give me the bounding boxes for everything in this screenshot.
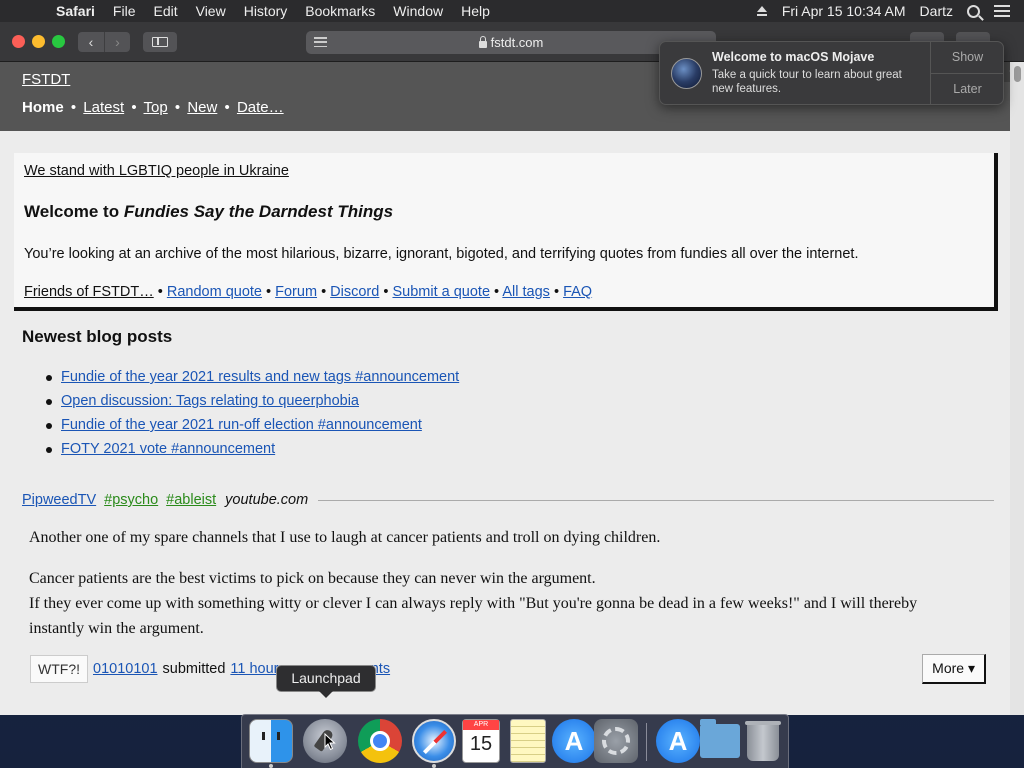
calendar-day: 15 — [469, 733, 493, 755]
notification-title: Welcome to macOS Mojave — [712, 50, 875, 64]
app-store-download-icon[interactable]: A — [656, 719, 700, 763]
menu-history[interactable]: History — [244, 3, 288, 19]
quote-body: Another one of my spare channels that I … — [29, 525, 949, 657]
scrollbar-thumb[interactable] — [1014, 66, 1021, 82]
divider — [318, 499, 994, 501]
safari-window: ‹ › fstdt.com FSTDT Home • Latest • Top … — [0, 22, 1024, 715]
notification-show-button[interactable]: Show — [931, 42, 1004, 73]
finder-icon[interactable] — [249, 719, 293, 763]
site-description: You’re looking at an archive of the most… — [24, 246, 859, 262]
chrome-icon[interactable] — [358, 719, 402, 763]
eject-icon[interactable] — [756, 6, 768, 16]
page-scrollbar[interactable] — [1010, 62, 1024, 715]
web-page: FSTDT Home • Latest • Top • New • Date… … — [0, 62, 1010, 715]
nav-new[interactable]: New — [187, 99, 217, 116]
faq-link[interactable]: FAQ — [563, 284, 592, 300]
macos-mojave-icon — [671, 58, 702, 89]
nav-home[interactable]: Home — [22, 99, 64, 116]
nav-date[interactable]: Date… — [237, 99, 284, 116]
intro-links: Friends of FSTDT… • Random quote • Forum… — [24, 284, 593, 300]
quote-paragraph: Cancer patients are the best victims to … — [29, 570, 918, 637]
quote-footer: WTF?! 01010101 submitted 11 hour mments … — [30, 654, 986, 684]
quote-header: PipweedTV #psycho #ableist youtube.com — [22, 490, 994, 510]
menu-bookmarks[interactable]: Bookmarks — [305, 3, 375, 19]
calendar-icon[interactable]: APR 15 — [462, 719, 500, 763]
blog-post-link[interactable]: Open discussion: Tags relating to queerp… — [61, 393, 359, 409]
tag-link-psycho[interactable]: #psycho — [104, 492, 158, 508]
macos-notification[interactable]: Welcome to macOS Mojave Take a quick tou… — [659, 41, 1004, 105]
menu-extras: Fri Apr 15 10:34 AM Dartz — [756, 0, 1024, 22]
notification-later-button[interactable]: Later — [931, 74, 1004, 105]
nav-top[interactable]: Top — [144, 99, 168, 116]
notification-body: Take a quick tour to learn about great n… — [712, 69, 902, 95]
quote-author-link[interactable]: PipweedTV — [22, 492, 96, 508]
blog-section-title: Newest blog posts — [22, 327, 173, 346]
calendar-month: APR — [463, 720, 499, 730]
desktop: { "menubar": { "app": "Safari", "items":… — [0, 0, 1024, 768]
downloads-folder-icon[interactable] — [700, 719, 740, 758]
menu-help[interactable]: Help — [461, 3, 490, 19]
submitter-link[interactable]: 01010101 — [93, 661, 158, 677]
random-quote-link[interactable]: Random quote — [167, 284, 262, 300]
wtf-vote-button[interactable]: WTF?! — [30, 655, 88, 683]
minimize-window-button[interactable] — [32, 35, 45, 48]
notification-center-icon[interactable] — [994, 5, 1010, 17]
blog-post-list: Fundie of the year 2021 results and new … — [45, 369, 459, 465]
intro-box: We stand with LGBTIQ people in Ukraine W… — [14, 153, 998, 311]
spotlight-icon[interactable] — [967, 4, 980, 18]
submit-quote-link[interactable]: Submit a quote — [392, 284, 490, 300]
url-text: fstdt.com — [490, 35, 544, 50]
friends-link[interactable]: Friends of FSTDT… — [24, 284, 154, 300]
list-item: Fundie of the year 2021 run-off election… — [45, 417, 459, 441]
submitted-text: submitted — [162, 661, 226, 677]
address-bar[interactable]: fstdt.com — [306, 31, 716, 54]
more-button[interactable]: More ▾ — [922, 654, 986, 684]
menu-window[interactable]: Window — [393, 3, 443, 19]
reader-view-icon[interactable] — [314, 37, 327, 47]
welcome-heading: Welcome to Fundies Say the Darndest Thin… — [24, 202, 394, 221]
notes-icon[interactable] — [510, 719, 546, 763]
forward-button[interactable]: › — [104, 32, 130, 52]
quote-source: youtube.com — [225, 492, 309, 508]
list-item: Fundie of the year 2021 results and new … — [45, 369, 459, 393]
app-store-icon[interactable]: A — [552, 719, 596, 763]
blog-post-link[interactable]: Fundie of the year 2021 results and new … — [61, 369, 459, 385]
dock-separator — [646, 723, 647, 761]
nav-latest[interactable]: Latest — [83, 99, 124, 116]
menu-edit[interactable]: Edit — [153, 3, 177, 19]
running-indicator — [269, 764, 273, 768]
blog-post-link[interactable]: Fundie of the year 2021 run-off election… — [61, 417, 422, 433]
menu-user[interactable]: Dartz — [920, 3, 953, 19]
zoom-window-button[interactable] — [52, 35, 65, 48]
system-preferences-icon[interactable] — [594, 719, 638, 763]
launchpad-tooltip: Launchpad — [276, 665, 376, 698]
menu-clock[interactable]: Fri Apr 15 10:34 AM — [782, 3, 906, 19]
discord-link[interactable]: Discord — [330, 284, 379, 300]
list-item: Open discussion: Tags relating to queerp… — [45, 393, 459, 417]
menu-app-name[interactable]: Safari — [56, 3, 95, 19]
quote-time-link[interactable]: 11 hour — [230, 661, 278, 677]
ukraine-banner-link[interactable]: We stand with LGBTIQ people in Ukraine — [24, 163, 984, 179]
safari-icon[interactable] — [412, 719, 456, 763]
back-button[interactable]: ‹ — [78, 32, 104, 52]
tag-link-ableist[interactable]: #ableist — [166, 492, 216, 508]
forum-link[interactable]: Forum — [275, 284, 317, 300]
list-item: FOTY 2021 vote #announcement — [45, 441, 459, 465]
all-tags-link[interactable]: All tags — [502, 284, 550, 300]
sidebar-icon — [152, 37, 168, 47]
running-indicator — [432, 764, 436, 768]
trash-icon[interactable] — [745, 721, 781, 761]
lock-icon — [478, 36, 487, 48]
menu-file[interactable]: File — [113, 3, 136, 19]
menu-view[interactable]: View — [196, 3, 226, 19]
blog-post-link[interactable]: FOTY 2021 vote #announcement — [61, 441, 275, 457]
sidebar-toggle-button[interactable] — [143, 32, 177, 52]
menu-bar: Safari File Edit View History Bookmarks … — [0, 0, 1024, 22]
close-window-button[interactable] — [12, 35, 25, 48]
quote-paragraph: Another one of my spare channels that I … — [29, 529, 661, 546]
